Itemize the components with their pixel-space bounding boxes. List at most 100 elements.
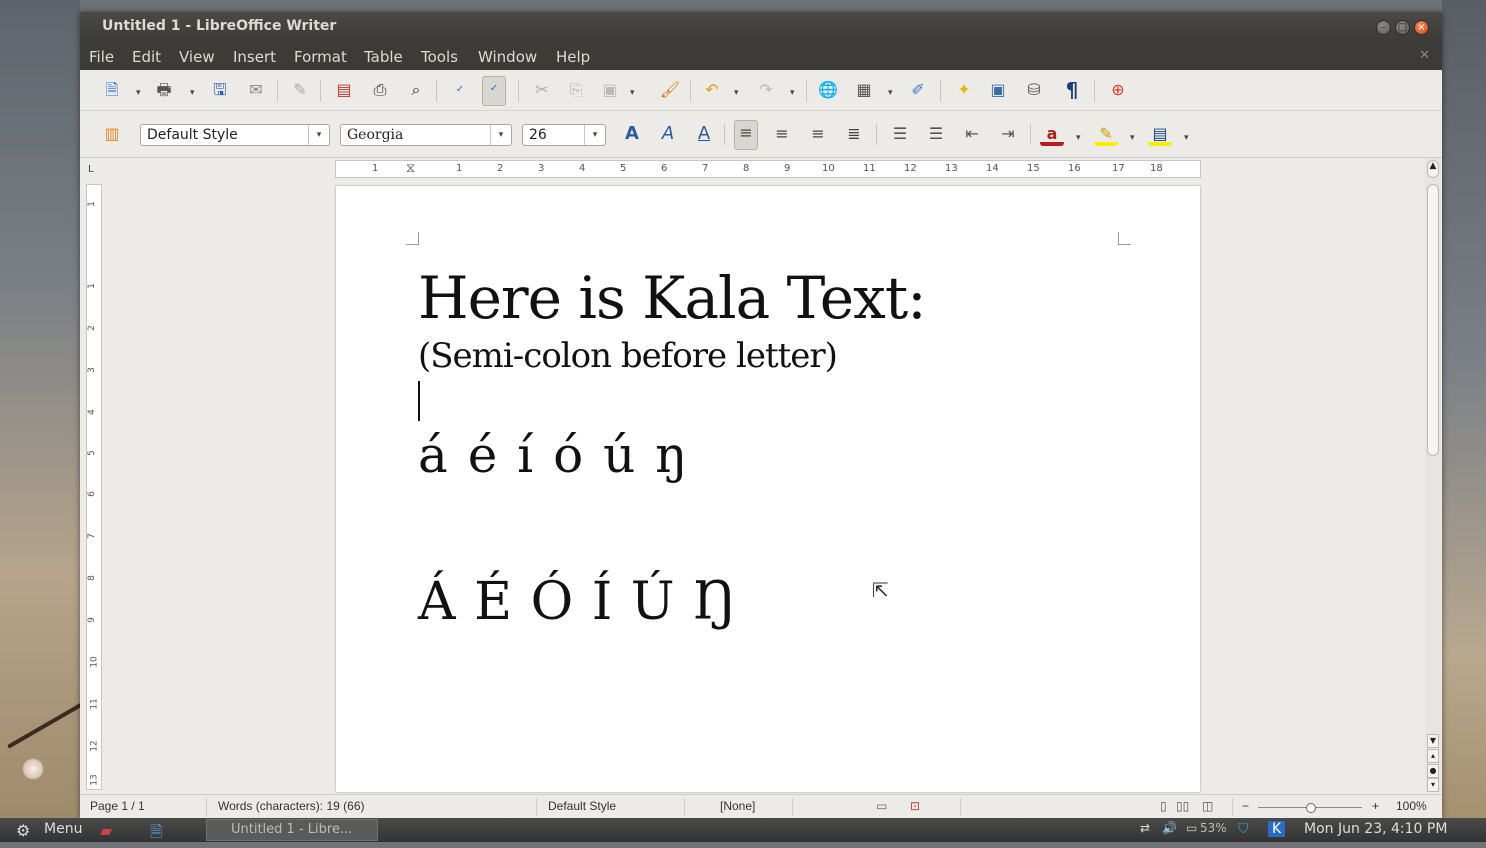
- save-icon[interactable]: 🖫: [208, 78, 232, 102]
- formatting-marks-icon[interactable]: ¶: [1060, 78, 1084, 102]
- next-page-icon[interactable]: ▾: [1427, 778, 1439, 792]
- menu-table[interactable]: Table: [364, 48, 403, 66]
- numbering-icon[interactable]: ☰: [888, 122, 912, 146]
- word-count[interactable]: Words (characters): 19 (66): [218, 799, 365, 813]
- clock[interactable]: Mon Jun 23, 4:10 PM: [1304, 821, 1447, 837]
- battery-icon[interactable]: ▭: [1186, 821, 1197, 835]
- keyboard-layout-icon[interactable]: K: [1268, 821, 1286, 837]
- align-left-icon[interactable]: ≡: [734, 120, 758, 150]
- zoom-slider-handle[interactable]: [1306, 803, 1316, 813]
- indent-marker-icon[interactable]: ⧖: [406, 161, 415, 176]
- underline-icon[interactable]: A: [692, 122, 716, 146]
- decrease-indent-icon[interactable]: ⇤: [960, 122, 984, 146]
- export-pdf-icon[interactable]: ▤: [332, 78, 356, 102]
- multi-page-view-icon[interactable]: ▯▯: [1176, 799, 1189, 813]
- menu-insert[interactable]: Insert: [233, 48, 276, 66]
- previous-page-icon[interactable]: ▴: [1427, 749, 1439, 763]
- ruler-corner-tab-icon[interactable]: L: [88, 164, 94, 175]
- book-view-icon[interactable]: ◫: [1202, 799, 1213, 813]
- chevron-down-icon[interactable]: ▾: [308, 125, 329, 145]
- print-icon[interactable]: ⎙: [368, 78, 392, 102]
- align-right-icon[interactable]: ≡: [806, 122, 830, 146]
- copy-icon[interactable]: ⎘: [564, 78, 588, 102]
- justify-icon[interactable]: ≣: [842, 122, 866, 146]
- clone-formatting-icon[interactable]: 🖌: [658, 78, 682, 102]
- chevron-down-icon[interactable]: ▾: [1076, 133, 1081, 143]
- document-subheading[interactable]: (Semi-colon before letter): [418, 336, 838, 376]
- selection-mode-icon[interactable]: ▭: [876, 799, 887, 813]
- bullets-icon[interactable]: ☰: [924, 122, 948, 146]
- scrollbar-thumb[interactable]: [1427, 184, 1439, 456]
- title-bar[interactable]: Untitled 1 - LibreOffice Writer – □ ×: [80, 12, 1442, 42]
- show-draw-functions-icon[interactable]: ✐: [906, 78, 930, 102]
- single-page-view-icon[interactable]: ▯: [1160, 799, 1167, 813]
- chevron-down-icon[interactable]: ▾: [584, 125, 605, 145]
- document-page[interactable]: Here is Kala Text: (Semi-colon before le…: [336, 186, 1200, 792]
- gear-icon[interactable]: ⚙: [16, 821, 30, 840]
- bold-icon[interactable]: A: [620, 122, 644, 146]
- close-button[interactable]: ×: [1414, 20, 1429, 35]
- writer-launcher-icon[interactable]: 🗎: [150, 821, 163, 848]
- background-color-icon[interactable]: ▤: [1148, 122, 1172, 146]
- minimize-button[interactable]: –: [1376, 20, 1391, 35]
- paragraph-style-select[interactable]: Default Style ▾: [140, 124, 330, 146]
- font-name-select[interactable]: Georgia ▾: [340, 124, 512, 146]
- table-icon[interactable]: ▦: [852, 78, 876, 102]
- scroll-up-icon[interactable]: ▲: [1427, 160, 1439, 178]
- open-icon[interactable]: 🖶: [152, 78, 176, 102]
- menu-button[interactable]: Menu: [44, 821, 82, 837]
- font-color-icon[interactable]: a: [1040, 122, 1064, 146]
- menu-tools[interactable]: Tools: [421, 48, 458, 66]
- close-document-icon[interactable]: ✕: [1419, 48, 1430, 63]
- email-icon[interactable]: ✉: [244, 78, 268, 102]
- new-document-icon[interactable]: 🗎: [100, 78, 124, 102]
- chevron-down-icon[interactable]: ▾: [490, 125, 511, 145]
- navigator-icon[interactable]: ✦: [952, 78, 976, 102]
- lowercase-letters-line[interactable]: á é í ó ú ŋ: [418, 426, 687, 484]
- hyperlink-icon[interactable]: 🌐: [816, 78, 840, 102]
- menu-view[interactable]: View: [179, 48, 215, 66]
- chevron-down-icon[interactable]: ▾: [734, 88, 739, 98]
- zoom-in-button[interactable]: +: [1372, 799, 1379, 813]
- menu-edit[interactable]: Edit: [132, 48, 161, 66]
- menu-file[interactable]: File: [89, 48, 114, 66]
- scroll-down-icon[interactable]: ▼: [1427, 734, 1439, 748]
- increase-indent-icon[interactable]: ⇥: [996, 122, 1020, 146]
- volume-icon[interactable]: 🔊: [1162, 821, 1177, 835]
- styles-and-formatting-icon[interactable]: ▥: [100, 122, 124, 146]
- italic-icon[interactable]: A: [656, 122, 680, 146]
- chevron-down-icon[interactable]: ▾: [888, 88, 893, 98]
- zoom-level[interactable]: 100%: [1396, 799, 1427, 813]
- document-modified-icon[interactable]: ⊡: [910, 799, 920, 813]
- shield-icon[interactable]: ⛉: [1238, 821, 1249, 837]
- paste-icon[interactable]: ▣: [598, 78, 622, 102]
- document-heading[interactable]: Here is Kala Text:: [418, 264, 927, 332]
- zoom-out-button[interactable]: −: [1242, 799, 1249, 813]
- taskbar-writer-item[interactable]: Untitled 1 - Libre...: [206, 819, 378, 841]
- horizontal-ruler[interactable]: 1 ⧖ 1 2 3 4 5 6 7 8 9 10 11 12 13 14 15 …: [335, 160, 1201, 178]
- spellcheck-icon[interactable]: ✓: [448, 78, 472, 102]
- chevron-down-icon[interactable]: ▾: [630, 88, 635, 98]
- undo-icon[interactable]: ↶: [700, 78, 724, 102]
- print-preview-icon[interactable]: ⌕: [404, 78, 428, 102]
- chevron-down-icon[interactable]: ▾: [790, 88, 795, 98]
- chevron-down-icon[interactable]: ▾: [190, 88, 195, 98]
- highlighting-icon[interactable]: ✎: [1094, 122, 1118, 146]
- chevron-down-icon[interactable]: ▾: [1130, 133, 1135, 143]
- menu-format[interactable]: Format: [294, 48, 347, 66]
- gallery-icon[interactable]: ▣: [986, 78, 1010, 102]
- image-viewer-launcher-icon[interactable]: ▰: [100, 821, 112, 840]
- vertical-scrollbar[interactable]: ▲ ▼ ▴ ● ▾: [1425, 158, 1441, 792]
- font-size-select[interactable]: 26 ▾: [522, 124, 606, 146]
- cut-icon[interactable]: ✂: [530, 78, 554, 102]
- navigation-icon[interactable]: ●: [1427, 764, 1439, 778]
- uppercase-letters-line[interactable]: Á É Ó Í Ú Ŋ: [418, 572, 737, 632]
- chevron-down-icon[interactable]: ▾: [136, 88, 141, 98]
- menu-window[interactable]: Window: [478, 48, 537, 66]
- page-style[interactable]: Default Style: [548, 799, 616, 813]
- maximize-button[interactable]: □: [1395, 20, 1410, 35]
- menu-help[interactable]: Help: [556, 48, 590, 66]
- help-icon[interactable]: ⊕: [1106, 78, 1130, 102]
- align-center-icon[interactable]: ≡: [770, 122, 794, 146]
- autospellcheck-icon[interactable]: ✓: [482, 76, 506, 106]
